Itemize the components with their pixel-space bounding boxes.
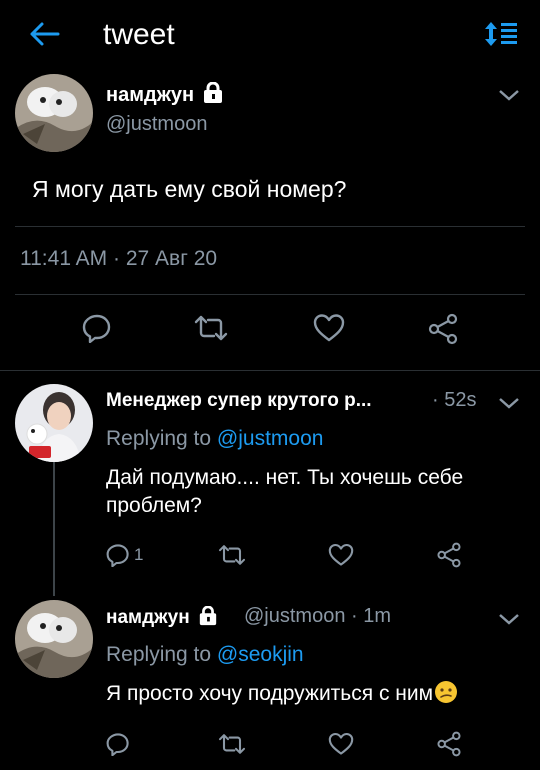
reply-author-name[interactable]: Менеджер супер крутого р... [106,390,372,412]
divider [15,294,525,295]
retweet-icon[interactable] [218,543,246,572]
thread-line [53,462,55,596]
back-arrow-icon[interactable] [28,20,60,48]
reply-handle-time: @justmoon · 1m [244,605,392,627]
like-icon[interactable] [328,543,354,572]
avatar[interactable] [15,384,93,462]
reply-text: Я просто хочу подружиться с ним [106,680,526,712]
replying-to: Replying to @justmoon [106,427,324,450]
reply-author-name[interactable]: намджун [106,605,218,632]
like-icon[interactable] [313,313,345,343]
author-name[interactable]: намджун [106,81,224,110]
top-bar: tweet [0,0,540,70]
divider [0,370,540,371]
reply-count: 1 [134,545,144,564]
mention-link[interactable]: @justmoon [217,427,324,450]
chevron-down-icon[interactable] [498,396,520,410]
divider [15,226,525,227]
share-icon[interactable] [436,731,462,762]
author-handle[interactable]: @justmoon [106,113,207,136]
chevron-down-icon[interactable] [498,88,520,102]
tweet-timestamp: 11:41 AM · 27 Авг 20 [20,247,218,270]
share-icon[interactable] [436,542,462,573]
reply-icon[interactable]: 1 [106,543,143,572]
retweet-icon[interactable] [194,313,228,343]
reply-text: Дай подумаю.... нет. Ты хочешь себе проб… [106,466,464,517]
reply-time: · 52s [432,389,477,411]
reply-icon[interactable] [82,313,112,343]
confused-face-emoji [434,680,458,712]
avatar[interactable] [15,600,93,678]
reply-icon[interactable] [106,732,130,761]
mention-link[interactable]: @seokjin [217,643,304,666]
share-icon[interactable] [427,313,459,345]
like-icon[interactable] [328,732,354,761]
avatar[interactable] [15,74,93,152]
chevron-down-icon[interactable] [498,612,520,626]
lock-icon [202,81,224,110]
replying-to: Replying to @seokjin [106,643,304,666]
lock-icon [198,605,218,632]
sort-icon[interactable] [484,20,518,48]
page-title: tweet [103,18,175,51]
tweet-text: Я могу дать ему свой номер? [32,176,347,202]
retweet-icon[interactable] [218,732,246,761]
